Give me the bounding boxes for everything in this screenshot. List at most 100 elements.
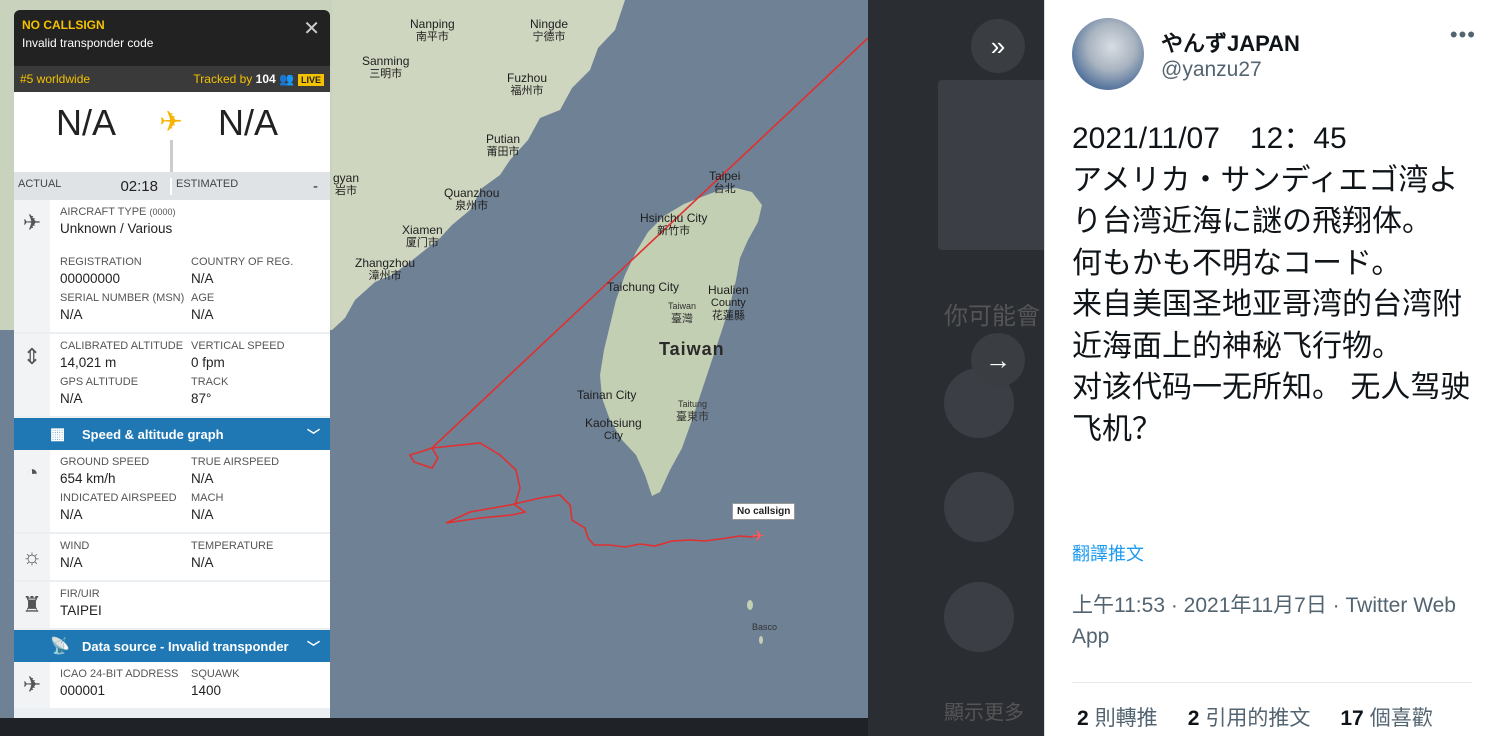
origin-airport: N/A bbox=[56, 102, 117, 143]
divider bbox=[1072, 682, 1472, 683]
transponder-section: ✈ ICAO 24-BIT ADDRESS 000001 SQUAWK 1400 bbox=[14, 662, 330, 710]
temperature-label: TEMPERATURE bbox=[191, 540, 274, 552]
city-zhangzhou: Zhangzhou 漳州市 bbox=[355, 256, 416, 283]
mach-value: N/A bbox=[191, 507, 214, 522]
wind-label: WIND bbox=[60, 540, 90, 552]
background-strip: 你可能會 顯示更多 » → bbox=[868, 0, 1044, 736]
city-taiwan-small: Taiwan 臺灣 bbox=[668, 301, 697, 325]
actual-label: ACTUAL bbox=[18, 177, 62, 190]
gps-altitude-label: GPS ALTITUDE bbox=[60, 376, 139, 388]
registration-label: REGISTRATION bbox=[60, 256, 142, 268]
city-quanzhou: Quanzhou 泉州市 bbox=[444, 186, 500, 213]
tracking-bar: #5 worldwide Tracked by 104 👥 LIVE bbox=[14, 66, 330, 92]
aircraft-type-code: (0000) bbox=[149, 207, 176, 217]
actual-value: 02:18 bbox=[120, 177, 158, 195]
speed-altitude-graph-toggle[interactable]: ▦ Speed & altitude graph ﹀ bbox=[14, 418, 330, 450]
calibrated-altitude-label: CALIBRATED ALTITUDE bbox=[60, 340, 184, 352]
likes-stat[interactable]: 17 個喜歡 bbox=[1340, 702, 1432, 732]
likes-label: 個喜歡 bbox=[1369, 707, 1433, 730]
route-divider bbox=[170, 140, 173, 172]
gps-altitude-value: N/A bbox=[60, 391, 83, 406]
calibrated-altitude-value: 14,021 m bbox=[60, 355, 117, 370]
more-options-icon[interactable]: ••• bbox=[1450, 22, 1476, 48]
aircraft-callsign-tag[interactable]: No callsign bbox=[732, 503, 796, 520]
city-taichung: Taichung City bbox=[607, 280, 680, 294]
estimated-value: - bbox=[313, 177, 318, 195]
destination-airport: N/A bbox=[218, 102, 279, 143]
aircraft-type-label: AIRCRAFT TYPE bbox=[60, 206, 147, 218]
fir-label: FIR/UIR bbox=[60, 588, 100, 600]
city-taitung: Taitung 臺東市 bbox=[676, 399, 709, 423]
island-label-taiwan: Taiwan bbox=[659, 339, 725, 359]
icao-value: 000001 bbox=[60, 683, 106, 698]
antenna-icon: 📡 bbox=[50, 638, 70, 655]
city-fuzhou: Fuzhou 福州市 bbox=[507, 71, 548, 98]
registration-value: 00000000 bbox=[60, 271, 121, 286]
island bbox=[747, 600, 753, 610]
city-hualien: Hualien County 花蓮縣 bbox=[708, 283, 749, 323]
close-icon[interactable]: ✕ bbox=[303, 16, 320, 41]
chevron-down-icon: ﹀ bbox=[306, 428, 320, 443]
suggestions-heading-partial: 你可能會 bbox=[944, 303, 1040, 330]
country-label: COUNTRY OF REG. bbox=[191, 256, 294, 268]
tweet-timestamp[interactable]: 上午11:53 · 2021年11月7日 · Twitter Web App bbox=[1072, 590, 1472, 652]
squawk-label: SQUAWK bbox=[191, 668, 240, 680]
indicated-airspeed-label: INDICATED AIRSPEED bbox=[60, 492, 177, 504]
city-sanming: Sanming 三明市 bbox=[362, 54, 410, 81]
city-tainan: Tainan City bbox=[577, 388, 637, 402]
serial-value: N/A bbox=[60, 307, 83, 322]
tracked-by: Tracked by 104 👥 LIVE bbox=[193, 72, 324, 86]
aircraft-marker-icon[interactable]: ✈ bbox=[752, 527, 765, 545]
times-row: ACTUAL 02:18 ESTIMATED - bbox=[14, 172, 330, 200]
panel-header: NO CALLSIGN Invalid transponder code ✕ bbox=[14, 10, 330, 66]
flight-track bbox=[408, 442, 761, 548]
control-tower-icon: ♜ bbox=[14, 582, 50, 628]
speedometer-icon: ◔ bbox=[14, 450, 50, 532]
retweets-count: 2 bbox=[1077, 707, 1089, 730]
city-xiamen: Xiamen 厦门市 bbox=[402, 223, 443, 250]
altitude-section: ⇕ CALIBRATED ALTITUDE 14,021 m VERTICAL S… bbox=[14, 334, 330, 418]
collapse-button[interactable]: » bbox=[971, 19, 1025, 73]
translate-link[interactable]: 翻譯推文 bbox=[1072, 540, 1144, 566]
speed-altitude-graph-label: Speed & altitude graph bbox=[82, 426, 224, 442]
author-handle[interactable]: @yanzu27 bbox=[1161, 58, 1262, 82]
indicated-airspeed-value: N/A bbox=[60, 507, 83, 522]
icao-label: ICAO 24-BIT ADDRESS bbox=[60, 668, 179, 680]
city-taipei: Taipei 台北 bbox=[709, 169, 741, 196]
users-icon: 👥 bbox=[279, 72, 294, 86]
avatar bbox=[944, 582, 1014, 652]
temperature-value: N/A bbox=[191, 555, 214, 570]
tracked-count: 104 bbox=[255, 72, 276, 86]
retweets-label: 則轉推 bbox=[1094, 707, 1158, 730]
island bbox=[759, 636, 763, 644]
serial-label: SERIAL NUMBER (MSN) bbox=[60, 292, 185, 304]
country-value: N/A bbox=[191, 271, 214, 286]
estimated-label: ESTIMATED bbox=[176, 177, 239, 190]
mach-label: MACH bbox=[191, 492, 224, 504]
screenshot: Nanping 南平市 Ningde 宁德市 Sanming 三明市 Fuzhou 福州… bbox=[0, 0, 1500, 736]
data-source-label: Data source - Invalid transponder bbox=[82, 638, 289, 654]
author-name[interactable]: やんずJAPAN bbox=[1161, 26, 1300, 58]
age-label: AGE bbox=[191, 292, 215, 304]
fir-section: ♜ FIR/UIR TAIPEI bbox=[14, 582, 330, 630]
worldwide-rank: #5 worldwide bbox=[20, 72, 91, 86]
retweets-stat[interactable]: 2 則轉推 bbox=[1077, 702, 1158, 732]
tweet-panel: やんずJAPAN @yanzu27 ••• 2021/11/07 12：45 ア… bbox=[1044, 0, 1500, 736]
data-source-toggle[interactable]: 📡 Data source - Invalid transponder ﹀ bbox=[14, 630, 330, 662]
aircraft-section: ✈ AIRCRAFT TYPE (0000) Unknown / Various… bbox=[14, 200, 330, 334]
track-label: TRACK bbox=[191, 376, 229, 388]
avatar[interactable] bbox=[1072, 18, 1144, 90]
true-airspeed-value: N/A bbox=[191, 471, 214, 486]
next-image-button[interactable]: → bbox=[971, 333, 1025, 387]
aircraft-icon: ✈ bbox=[14, 200, 50, 332]
route-section: N/A ✈ N/A bbox=[14, 92, 330, 172]
weather-icon: ☼ bbox=[14, 534, 50, 580]
live-badge: LIVE bbox=[297, 74, 324, 86]
vertical-speed-label: VERTICAL SPEED bbox=[191, 340, 285, 352]
quotes-count: 2 bbox=[1187, 707, 1200, 730]
quotes-stat[interactable]: 2 引用的推文 bbox=[1188, 702, 1311, 732]
city-nanping: Nanping 南平市 bbox=[410, 17, 455, 44]
city-kaohsiung: Kaohsiung City bbox=[585, 416, 642, 443]
aircraft-type-value: Unknown / Various bbox=[60, 221, 173, 236]
track-value: 87° bbox=[191, 391, 212, 406]
